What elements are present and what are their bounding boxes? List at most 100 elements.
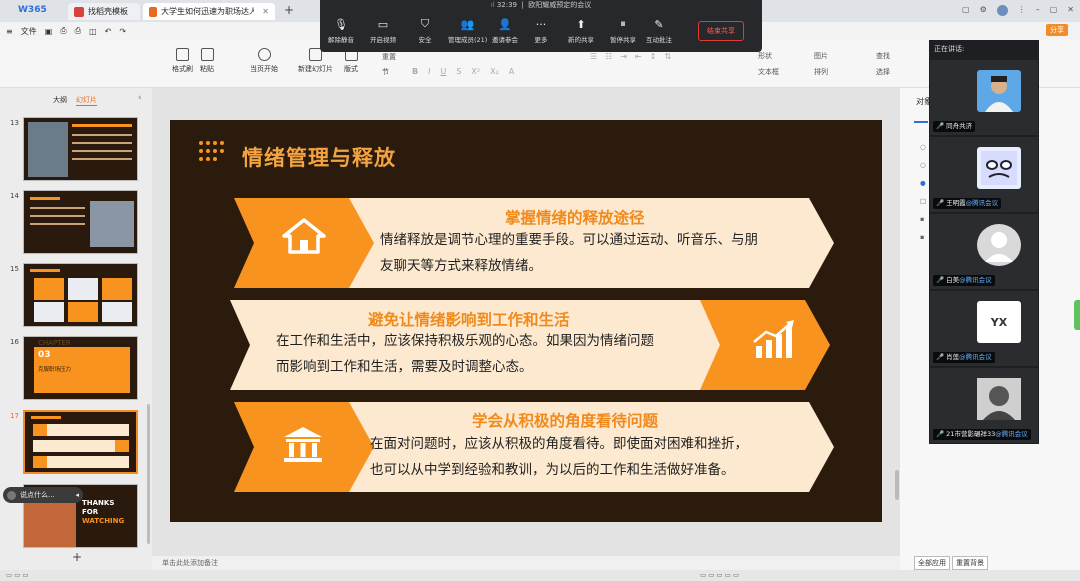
canvas-scrollbar[interactable]: [895, 470, 899, 500]
thumb-photo: [90, 201, 134, 247]
section-button[interactable]: 节: [382, 67, 389, 77]
annotate-button[interactable]: ✎ 互动批注: [646, 18, 672, 45]
file-menu[interactable]: 文件: [21, 26, 37, 37]
security-button[interactable]: ⛉ 安全: [418, 17, 432, 44]
save-icon[interactable]: ▣: [45, 27, 53, 36]
reset-background-button[interactable]: 重置背景: [952, 556, 988, 570]
strike-icon[interactable]: S: [456, 67, 461, 76]
new-tab-button[interactable]: +: [284, 3, 294, 17]
right-edge-toggle[interactable]: [1074, 300, 1080, 330]
participant-tile[interactable]: YX 🎤 肖莲@腾讯会议: [930, 291, 1038, 366]
app-logo[interactable]: W365: [18, 5, 47, 15]
arrange-button[interactable]: 排列: [814, 67, 828, 77]
participant-tile[interactable]: 🎤 21市营影碾祥33@腾讯会议: [930, 368, 1038, 443]
format-painter-button[interactable]: 格式刷: [172, 48, 193, 74]
thumb-photo: [102, 302, 132, 322]
band-text-2: 在工作和生活中，应该保持积极乐观的心态。如果因为情绪问题 而影响到工作和生活，需…: [276, 328, 654, 380]
numbering-icon[interactable]: ☷: [605, 52, 612, 61]
participant-tile[interactable]: 🎤 同舟共济: [930, 60, 1038, 135]
play-icon: [257, 48, 271, 61]
participant-tile[interactable]: 🎤 白美@腾讯会议: [930, 214, 1038, 289]
avatar[interactable]: [996, 5, 1008, 16]
shape-button[interactable]: 形状: [758, 51, 772, 61]
name-text: 同舟共济: [946, 122, 973, 130]
start-video-button[interactable]: ▭ 开启视频: [370, 18, 396, 45]
superscript-icon[interactable]: X²: [471, 67, 480, 76]
add-slide-button[interactable]: +: [72, 550, 82, 564]
apply-all-button[interactable]: 全部应用: [914, 556, 950, 570]
for-word: FOR: [82, 508, 99, 516]
participant-tile[interactable]: 🎤 王明霞@腾讯会议: [930, 137, 1038, 212]
undo-icon[interactable]: ↶: [105, 27, 112, 36]
export-pdf-icon[interactable]: ⎙: [60, 26, 66, 36]
subscript-icon[interactable]: X₂: [490, 67, 499, 76]
slide-thumbnail-13[interactable]: [23, 117, 138, 181]
slide-thumbnail-17[interactable]: [23, 410, 138, 474]
button-label: 新建幻灯片: [298, 65, 333, 73]
chapter-word: CHAPTER: [38, 339, 71, 347]
more-button[interactable]: ··· 更多: [534, 18, 548, 45]
play-from-current-button[interactable]: 当页开始: [250, 48, 278, 74]
thumbnail-scrollbar[interactable]: [147, 404, 150, 544]
picture-button[interactable]: 图片: [814, 51, 828, 61]
manage-members-button[interactable]: 👥 管理成员(21): [448, 18, 487, 45]
current-slide[interactable]: 情绪管理与释放 掌握情绪的释放途径 情绪释放是调节心理的重要手段。可以通过运动、…: [170, 120, 882, 522]
notes-pane[interactable]: 单击此处添加备注: [152, 556, 900, 570]
option-radio[interactable]: ○: [920, 138, 926, 156]
option-checkbox[interactable]: □: [920, 192, 926, 210]
option-radio[interactable]: ●: [920, 174, 926, 192]
line-spacing-icon[interactable]: ↕: [650, 52, 657, 61]
collapse-panel-icon[interactable]: ‹: [138, 93, 142, 103]
paste-button[interactable]: 粘贴: [200, 48, 214, 74]
underline-icon[interactable]: U: [440, 67, 446, 76]
chevron-left-icon[interactable]: ◂: [75, 491, 79, 499]
italic-icon[interactable]: I: [428, 67, 430, 76]
pause-share-button[interactable]: ⏸ 暂停共享: [610, 17, 636, 44]
find-button[interactable]: 查找: [876, 51, 890, 61]
minimize-icon[interactable]: –: [1036, 5, 1040, 16]
tab-slides[interactable]: 幻灯片: [76, 95, 97, 106]
preview-icon[interactable]: ◫: [89, 27, 97, 36]
more-icon[interactable]: ⋮: [1018, 5, 1026, 16]
bold-icon[interactable]: B: [412, 67, 418, 76]
indent-icon[interactable]: ⇥: [620, 52, 627, 61]
panel-tab-fill[interactable]: [914, 115, 928, 123]
unmute-button[interactable]: 🎙 解除静音: [328, 18, 354, 45]
end-share-button[interactable]: 结束共享: [698, 21, 744, 41]
text-direction-icon[interactable]: ⇅: [664, 52, 671, 61]
new-share-button[interactable]: ⬆ 新的共享: [568, 18, 594, 45]
reset-button[interactable]: 重置: [382, 52, 396, 62]
slide-thumbnail-15[interactable]: [23, 263, 138, 327]
avatar: [977, 147, 1021, 189]
button-label: 新的共享: [568, 36, 594, 44]
outdent-icon[interactable]: ⇤: [635, 52, 642, 61]
close-window-icon[interactable]: ✕: [1067, 5, 1074, 16]
share-button[interactable]: 分享: [1046, 24, 1068, 36]
close-icon[interactable]: ✕: [262, 7, 269, 16]
textbox-button[interactable]: 文本框: [758, 67, 779, 77]
tab-pptx-document[interactable]: 大学生如何迅速为职场达人.pptx ✕: [143, 3, 275, 20]
font-format-row: B I U S X² X₂ A: [412, 67, 514, 76]
settings-icon[interactable]: ⚙: [980, 5, 987, 16]
chat-bubble[interactable]: 说点什么... ◂: [3, 487, 83, 503]
print-icon[interactable]: ⎙: [75, 26, 81, 36]
button-label: 解除静音: [328, 36, 354, 44]
select-button[interactable]: 选择: [876, 67, 890, 77]
slide-thumbnail-14[interactable]: [23, 190, 138, 254]
restore-icon[interactable]: ▢: [962, 5, 970, 16]
slide-thumbnail-16[interactable]: CHAPTER 03 克服职场压力: [23, 336, 138, 400]
tab-outline[interactable]: 大纲: [53, 95, 67, 105]
invite-button[interactable]: 👤 邀请参会: [492, 18, 518, 45]
org-text: @腾讯会议: [959, 276, 992, 284]
option-radio[interactable]: ○: [920, 156, 926, 174]
redo-icon[interactable]: ↷: [119, 27, 126, 36]
clear-format-icon[interactable]: A: [509, 67, 514, 76]
thanks-word: THANKS: [82, 499, 115, 507]
window-controls: ▢ ⚙ ⋮ – ▢ ✕: [962, 5, 1074, 16]
tab-docer-templates[interactable]: 找稻壳模板: [68, 3, 140, 20]
slide-number: 14: [10, 192, 19, 200]
bullets-icon[interactable]: ☰: [590, 52, 597, 61]
docer-icon: [74, 6, 84, 17]
hamburger-icon[interactable]: ≡: [6, 27, 13, 36]
maximize-icon[interactable]: ▢: [1050, 5, 1058, 16]
